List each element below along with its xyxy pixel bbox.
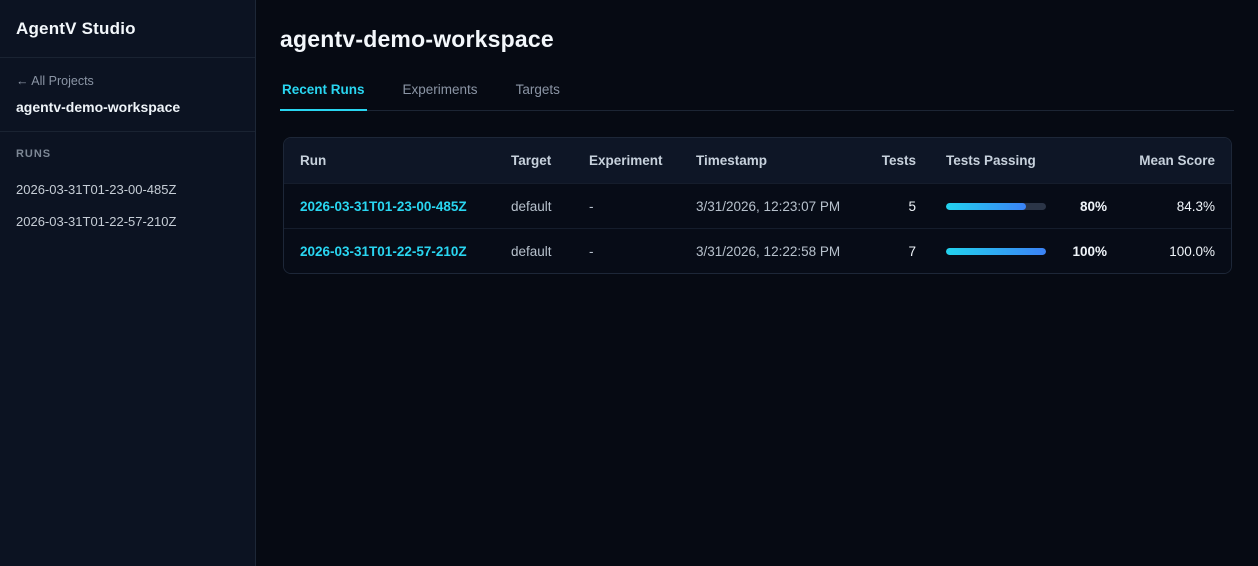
mean-score-cell: 84.3% xyxy=(1176,198,1215,214)
sidebar-header: AgentV Studio xyxy=(0,0,255,58)
experiment-cell: - xyxy=(589,243,594,259)
sidebar-workspace-name: agentv-demo-workspace xyxy=(16,99,181,115)
target-cell: default xyxy=(511,198,552,214)
run-link[interactable]: 2026-03-31T01-23-00-485Z xyxy=(300,199,467,214)
column-header-mean-score: Mean Score xyxy=(1139,153,1215,168)
app-title: AgentV Studio xyxy=(16,19,136,38)
runs-section-label: RUNS xyxy=(16,148,52,160)
tab-targets[interactable]: Targets xyxy=(514,82,562,111)
tests-passing-bar-track xyxy=(946,202,1046,210)
mean-score-cell: 100.0% xyxy=(1169,243,1215,259)
run-link[interactable]: 2026-03-31T01-22-57-210Z xyxy=(300,244,467,259)
target-cell: default xyxy=(511,243,552,259)
tests-passing-percent: 80% xyxy=(1079,198,1107,214)
tests-count-cell: 5 xyxy=(908,198,916,214)
column-header-timestamp: Timestamp xyxy=(696,153,768,168)
tests-passing-bar-fill xyxy=(946,202,1026,210)
column-header-tests: Tests xyxy=(881,153,916,168)
column-header-experiment: Experiment xyxy=(589,153,663,168)
app-root: AgentV Studio ← All Projects agentv-demo… xyxy=(0,0,1258,566)
page-title: agentv-demo-workspace xyxy=(280,26,554,52)
tests-count-cell: 7 xyxy=(908,243,916,259)
sidebar-run-item[interactable]: 2026-03-31T01-22-57-210Z xyxy=(16,206,239,238)
column-header-run: Run xyxy=(300,153,327,168)
all-projects-back-link[interactable]: ← All Projects xyxy=(16,74,94,88)
main-content: agentv-demo-workspace Recent Runs Experi… xyxy=(256,0,1258,566)
tab-recent-runs[interactable]: Recent Runs xyxy=(280,82,367,111)
sidebar-run-item[interactable]: 2026-03-31T01-23-00-485Z xyxy=(16,174,239,206)
column-header-tests-passing: Tests Passing xyxy=(946,153,1036,168)
tests-passing-percent: 100% xyxy=(1072,243,1107,259)
runs-table-header: Run Target Experiment Timestamp Tests Te… xyxy=(284,138,1231,183)
tab-experiments[interactable]: Experiments xyxy=(401,82,480,111)
tab-bar: Recent Runs Experiments Targets xyxy=(280,82,1234,111)
tests-passing-cell: 80% xyxy=(916,199,1107,214)
tests-passing-cell: 100% xyxy=(916,244,1107,259)
runs-table: Run Target Experiment Timestamp Tests Te… xyxy=(283,137,1232,274)
column-header-target: Target xyxy=(511,153,552,168)
timestamp-cell: 3/31/2026, 12:22:58 PM xyxy=(696,243,841,259)
sidebar-runs-section: RUNS 2026-03-31T01-23-00-485Z 2026-03-31… xyxy=(0,132,255,254)
tests-passing-bar-track xyxy=(946,247,1046,255)
tests-passing-bar-fill xyxy=(946,247,1046,255)
runs-table-body: 2026-03-31T01-23-00-485Z default - 3/31/… xyxy=(284,183,1231,273)
timestamp-cell: 3/31/2026, 12:23:07 PM xyxy=(696,198,841,214)
table-row: 2026-03-31T01-23-00-485Z default - 3/31/… xyxy=(284,183,1231,228)
sidebar: AgentV Studio ← All Projects agentv-demo… xyxy=(0,0,256,566)
sidebar-project-section: ← All Projects agentv-demo-workspace xyxy=(0,58,255,132)
experiment-cell: - xyxy=(589,198,594,214)
table-row: 2026-03-31T01-22-57-210Z default - 3/31/… xyxy=(284,228,1231,273)
